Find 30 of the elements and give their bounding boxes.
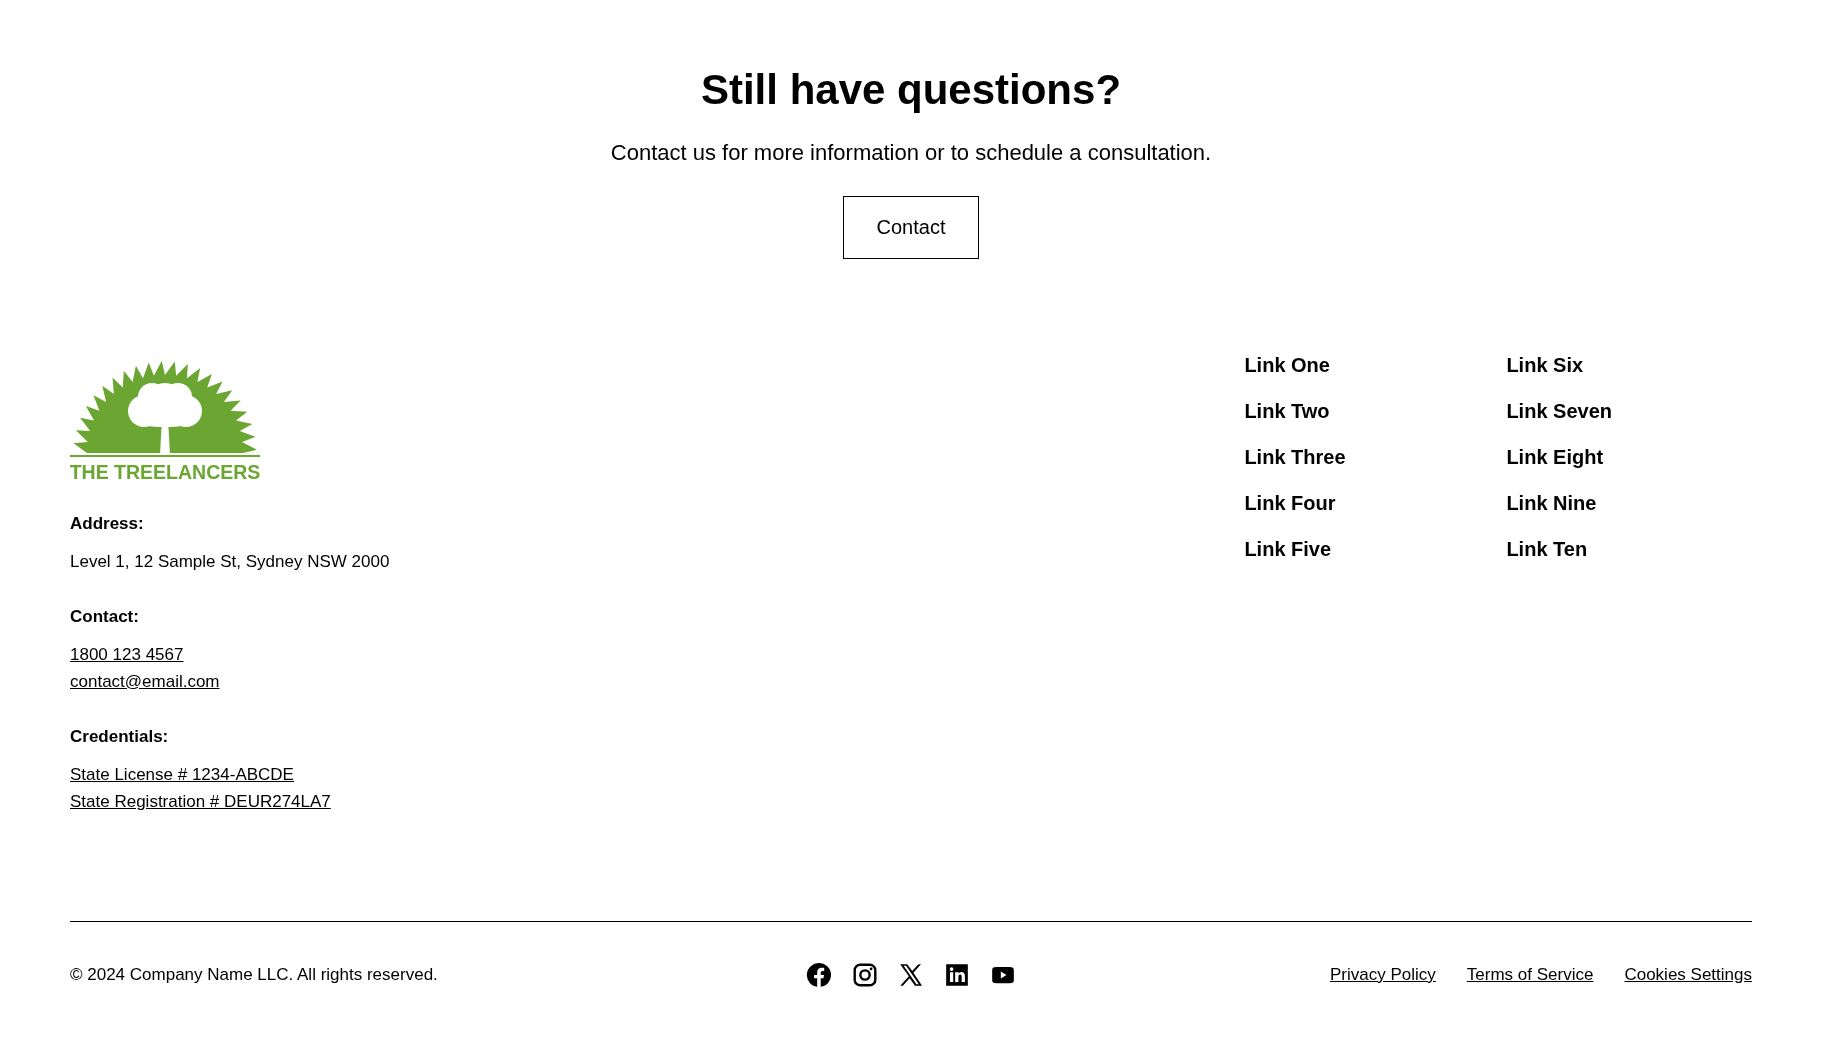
legal-link[interactable]: Cookies Settings xyxy=(1624,965,1752,985)
info-label: Contact: xyxy=(70,607,140,627)
section-subtitle: Contact us for more information or to schedule a consultation. xyxy=(610,140,1212,166)
info-label: Address: xyxy=(70,514,145,534)
footer-link[interactable]: Link Eight xyxy=(1506,445,1612,469)
footer-link[interactable]: Link Seven xyxy=(1506,399,1612,423)
info-link[interactable]: 1800 123 4567 xyxy=(70,641,390,668)
footer-link[interactable]: Link Six xyxy=(1506,353,1612,377)
info-link[interactable]: contact@email.com xyxy=(70,668,390,695)
copyright-text: © 2024 Company Name LLC. All rights reserved. xyxy=(70,965,439,985)
footer-link[interactable]: Link Two xyxy=(1244,399,1507,423)
logo-text: THE TREELANCERS xyxy=(69,461,261,484)
footer-link[interactable]: Link Ten xyxy=(1506,537,1612,561)
section-heading: Still have questions? xyxy=(700,66,1122,114)
info-link[interactable]: State Registration # DEUR274LA7 xyxy=(70,788,390,815)
footer-link[interactable]: Link Four xyxy=(1244,491,1507,515)
legal-link[interactable]: Terms of Service xyxy=(1466,965,1594,985)
info-text: Level 1, 12 Sample St, Sydney NSW 2000 xyxy=(70,551,390,573)
info-link[interactable]: State License # 1234-ABCDE xyxy=(70,761,390,788)
facebook-icon[interactable] xyxy=(806,962,832,988)
footer-link[interactable]: Link One xyxy=(1244,353,1507,377)
info-label: Credentials: xyxy=(70,727,170,747)
legal-link[interactable]: Privacy Policy xyxy=(1330,965,1436,985)
instagram-icon[interactable] xyxy=(852,962,878,988)
footer-link[interactable]: Link Three xyxy=(1244,445,1507,469)
footer-link[interactable]: Link Nine xyxy=(1506,491,1612,515)
linkedin-icon[interactable] xyxy=(944,962,970,988)
contact-button[interactable]: Contact xyxy=(843,196,979,259)
footer-link[interactable]: Link Five xyxy=(1244,537,1507,561)
x-icon[interactable] xyxy=(898,962,924,988)
